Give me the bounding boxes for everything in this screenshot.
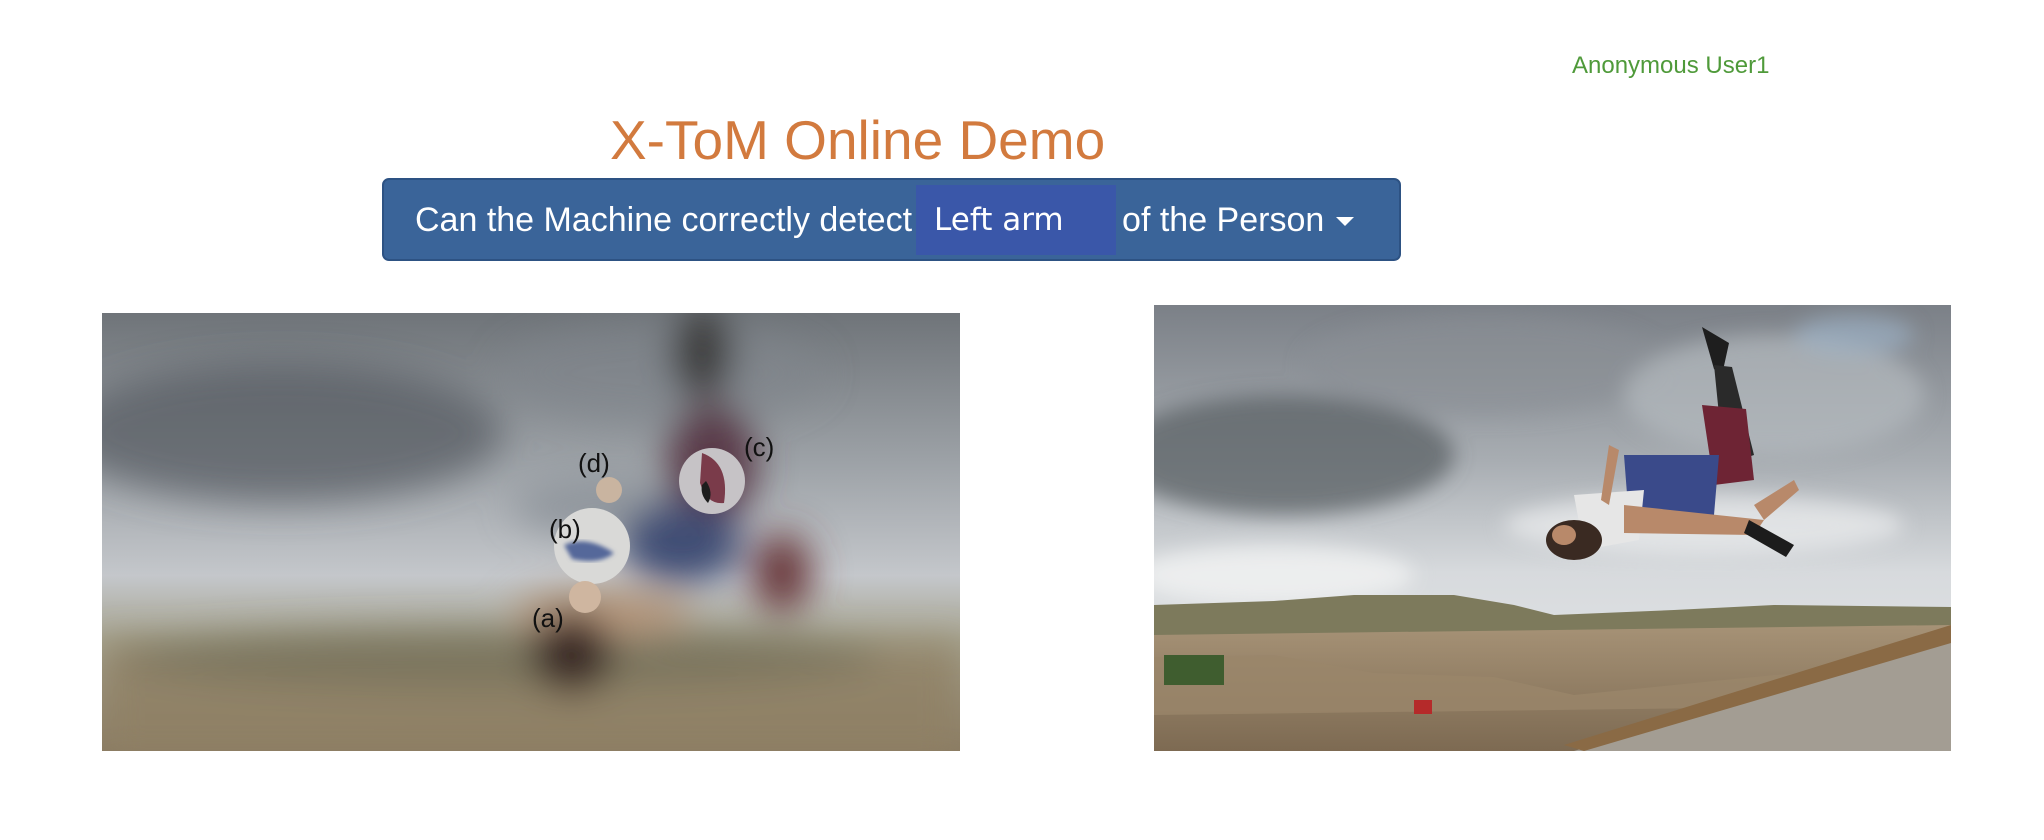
- question-suffix: of the Person: [1122, 200, 1325, 239]
- region-label-d: (d): [578, 448, 610, 478]
- region-label-a: (a): [532, 603, 564, 633]
- original-photo: [1154, 305, 1951, 751]
- attention-map-image: [102, 313, 960, 751]
- body-part-select[interactable]: Left arm: [916, 184, 1117, 255]
- chevron-down-icon[interactable]: [1336, 217, 1355, 226]
- region-label-b: (b): [549, 514, 581, 544]
- user-name[interactable]: Anonymous User1: [1572, 52, 1769, 80]
- region-label-c: (c): [744, 432, 775, 462]
- page-title: X-ToM Online Demo: [610, 109, 1106, 171]
- question-prefix: Can the Machine correctly detect: [415, 200, 913, 239]
- question-bar: Can the Machine correctly detect Left ar…: [382, 178, 1401, 261]
